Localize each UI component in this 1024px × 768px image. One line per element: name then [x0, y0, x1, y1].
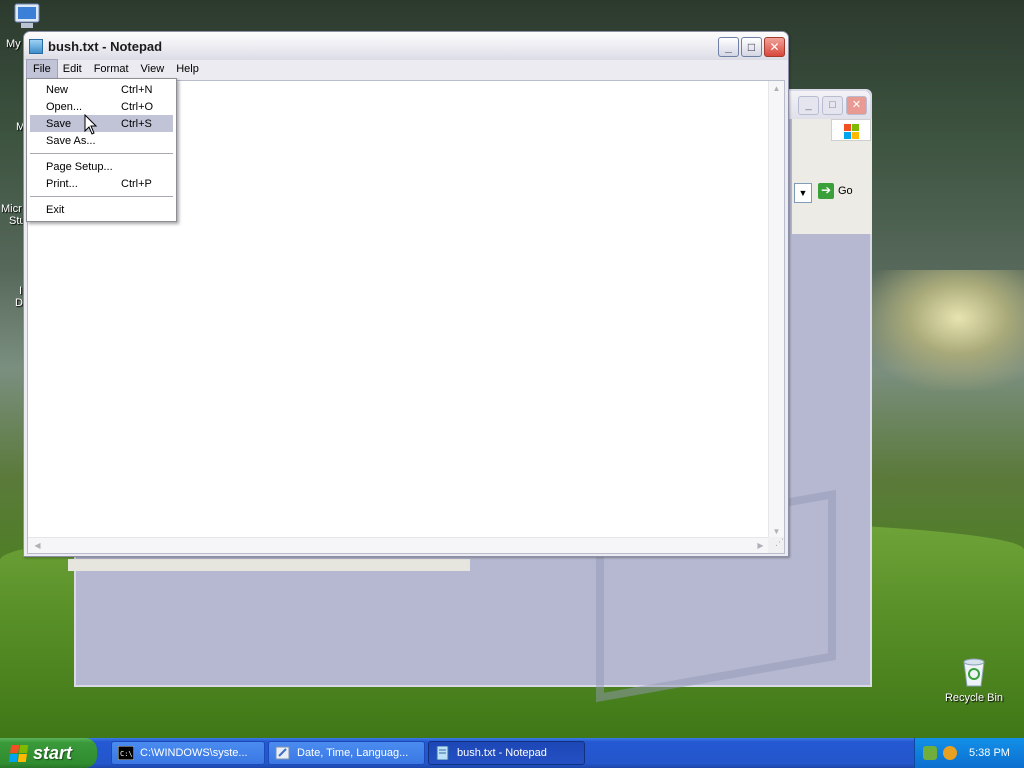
system-tray: 5:38 PM	[914, 738, 1024, 768]
menu-edit[interactable]: Edit	[57, 60, 88, 79]
menu-file[interactable]: File	[26, 59, 58, 80]
desktop-icon-my-computer[interactable]: My	[2, 2, 52, 50]
wallpaper-sky-glow	[860, 270, 1024, 390]
desktop-icon-label: My	[6, 38, 21, 50]
resize-grip-icon[interactable]: ⋰	[768, 537, 784, 553]
file-menu-dropdown: New Ctrl+N Open... Ctrl+O Save Ctrl+S Sa…	[26, 78, 177, 222]
vertical-scrollbar[interactable]: ▲ ▼	[768, 81, 784, 539]
taskbar-item-notepad[interactable]: bush.txt - Notepad	[428, 741, 585, 765]
menu-item-shortcut: Ctrl+S	[121, 118, 152, 130]
menu-item-print[interactable]: Print... Ctrl+P	[30, 175, 173, 192]
menu-item-shortcut: Ctrl+N	[121, 84, 153, 96]
desktop-partial-label: Micr	[1, 203, 22, 215]
start-button[interactable]: start	[0, 738, 97, 768]
menu-item-label: Save	[46, 118, 72, 130]
network-icon[interactable]	[923, 746, 937, 760]
notepad-titlebar[interactable]: bush.txt - Notepad _ □ ✕	[24, 32, 788, 60]
notepad-icon	[29, 39, 43, 54]
menu-item-shortcut: Ctrl+O	[121, 101, 154, 113]
menu-item-label: Exit	[46, 204, 65, 216]
menu-item-label: Save As...	[46, 135, 96, 147]
background-inner-panel	[68, 559, 470, 571]
horizontal-scrollbar[interactable]: ◀ ▶	[28, 537, 770, 553]
background-close-button[interactable]: ✕	[846, 96, 867, 115]
control-panel-icon	[275, 746, 290, 760]
desktop-partial-label: D	[15, 297, 23, 309]
taskbar-item-label: bush.txt - Notepad	[457, 747, 547, 759]
my-computer-icon	[14, 3, 40, 28]
recycle-bin-icon	[963, 658, 985, 687]
background-minimize-button[interactable]: _	[798, 96, 819, 115]
menu-item-label: Print...	[46, 178, 78, 190]
taskbar-item-label: C:\WINDOWS\syste...	[140, 747, 248, 759]
taskbar-item-label: Date, Time, Languag...	[297, 747, 409, 759]
minimize-button[interactable]: _	[718, 37, 739, 57]
cmd-icon: C:\	[118, 746, 134, 760]
taskbar: start C:\ C:\WINDOWS\syste... Date, Time…	[0, 738, 1024, 768]
desktop-icon-label: Recycle Bin	[944, 692, 1004, 704]
menu-format[interactable]: Format	[88, 60, 135, 79]
svg-text:C:\: C:\	[120, 750, 133, 758]
scroll-left-icon[interactable]: ◀	[30, 538, 45, 553]
window-title: bush.txt - Notepad	[48, 39, 163, 54]
scroll-right-icon[interactable]: ▶	[753, 538, 768, 553]
go-label: Go	[838, 185, 853, 197]
menu-item-open[interactable]: Open... Ctrl+O	[30, 98, 173, 115]
go-button[interactable]: ➔ Go	[818, 183, 853, 199]
search-icon[interactable]	[943, 746, 957, 760]
menu-item-save-as[interactable]: Save As...	[30, 132, 173, 149]
close-button[interactable]: ✕	[764, 37, 785, 57]
scroll-up-icon[interactable]: ▲	[769, 81, 784, 96]
menu-item-label: Page Setup...	[46, 161, 113, 173]
address-dropdown-button[interactable]: ▼	[794, 183, 812, 203]
menu-item-shortcut: Ctrl+P	[121, 178, 152, 190]
menu-item-page-setup[interactable]: Page Setup...	[30, 158, 173, 175]
windows-flag-icon	[8, 744, 29, 762]
background-maximize-button[interactable]: □	[822, 96, 843, 115]
menu-separator	[30, 196, 173, 197]
menubar: File Edit Format View Help	[26, 59, 785, 80]
menu-item-exit[interactable]: Exit	[30, 201, 173, 218]
menu-view[interactable]: View	[135, 60, 171, 79]
maximize-button[interactable]: □	[741, 37, 762, 57]
taskbar-item-cmd[interactable]: C:\ C:\WINDOWS\syste...	[111, 741, 265, 765]
menu-item-new[interactable]: New Ctrl+N	[30, 81, 173, 98]
menu-item-label: New	[46, 84, 69, 96]
windows-logo-icon	[831, 119, 871, 141]
mouse-cursor-icon	[84, 114, 98, 135]
menu-help[interactable]: Help	[170, 60, 205, 79]
taskbar-item-date-time[interactable]: Date, Time, Languag...	[268, 741, 425, 765]
desktop-partial-label: I	[19, 285, 23, 297]
clock[interactable]: 5:38 PM	[969, 747, 1010, 759]
go-arrow-icon: ➔	[818, 183, 834, 199]
notepad-icon	[436, 746, 449, 760]
menu-item-save[interactable]: Save Ctrl+S	[30, 115, 173, 132]
menu-separator	[30, 153, 173, 154]
start-label: start	[33, 742, 73, 763]
desktop-icon-recycle-bin[interactable]: Recycle Bin	[942, 656, 1006, 704]
menu-item-label: Open...	[46, 101, 83, 113]
